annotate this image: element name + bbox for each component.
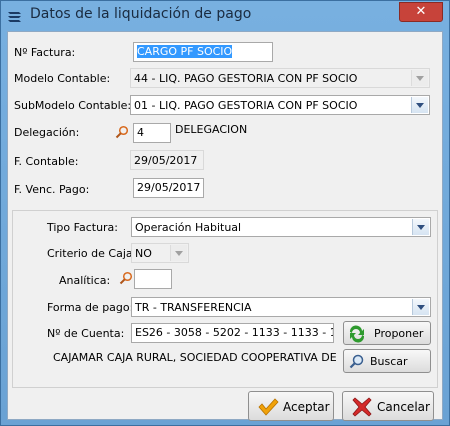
green-arrows-icon — [349, 325, 365, 343]
checkmark-icon — [258, 398, 279, 416]
factura-field[interactable]: CARGO PF SOCIO — [133, 42, 273, 62]
fvenc-field[interactable]: 29/05/2017 — [133, 178, 204, 198]
cuenta-field[interactable]: ES26 - 3058 - 5202 - 1133 - 1133 - 1133 — [131, 323, 334, 343]
analitica-field[interactable] — [134, 269, 172, 289]
cuenta-label: Nº de Cuenta: — [47, 327, 125, 340]
chevron-down-icon[interactable] — [412, 299, 429, 315]
title-bar[interactable]: Datos de la liquidación de pago ✕ — [1, 1, 449, 31]
factura-label: Nº Factura: — [14, 46, 76, 59]
chevron-down-icon — [170, 245, 187, 261]
dialog-body: Nº Factura: CARGO PF SOCIO Modelo Contab… — [7, 31, 443, 421]
submodelo-select[interactable]: 01 - LIQ. PAGO GESTORIA CON PF SOCIO — [130, 95, 430, 115]
buscar-button[interactable]: Buscar — [343, 349, 431, 373]
search-magnifier-icon[interactable] — [115, 125, 129, 139]
dialog-window: Datos de la liquidación de pago ✕ Nº Fac… — [0, 0, 450, 426]
accept-button[interactable]: Aceptar — [248, 391, 334, 421]
chevron-down-icon[interactable] — [412, 219, 429, 235]
modelo-label: Modelo Contable: — [14, 72, 111, 85]
search-icon — [349, 354, 364, 369]
cancel-button[interactable]: Cancelar — [342, 391, 434, 421]
tipo-factura-select[interactable]: Operación Habitual — [131, 217, 431, 237]
search-magnifier-icon[interactable] — [119, 271, 133, 285]
accept-label: Aceptar — [283, 400, 330, 414]
delegacion-code-field[interactable]: 4 — [133, 123, 171, 143]
cancel-label: Cancelar — [377, 400, 430, 414]
cancel-x-icon — [352, 397, 372, 417]
criterio-caja-select: NO — [131, 243, 189, 263]
criterio-caja-label: Criterio de Caja: — [47, 247, 137, 260]
delegacion-label: Delegación: — [14, 126, 80, 139]
banco-name: CAJAMAR CAJA RURAL, SOCIEDAD COOPERATIVA… — [53, 351, 337, 364]
fvenc-label: F. Venc. Pago: — [14, 183, 90, 196]
forma-pago-label: Forma de pago: — [47, 301, 134, 314]
submodelo-label: SubModelo Contable: — [14, 99, 132, 112]
app-logo-icon — [8, 12, 21, 22]
window-title: Datos de la liquidación de pago — [30, 6, 252, 22]
delegacion-name: DELEGACION — [175, 123, 248, 136]
fcontable-label: F. Contable: — [14, 155, 79, 168]
forma-pago-select[interactable]: TR - TRANSFERENCIA — [131, 297, 431, 317]
analitica-label: Analítica: — [59, 274, 111, 287]
proponer-label: Proponer — [374, 327, 424, 340]
fcontable-field: 29/05/2017 — [130, 150, 204, 170]
proponer-button[interactable]: Proponer — [343, 321, 431, 345]
buscar-label: Buscar — [370, 355, 408, 368]
tipo-factura-label: Tipo Factura: — [47, 221, 119, 234]
close-button[interactable]: ✕ — [399, 2, 443, 22]
chevron-down-icon — [411, 70, 428, 86]
payment-group: Tipo Factura: Operación Habitual Criteri… — [12, 210, 438, 388]
chevron-down-icon[interactable] — [411, 97, 428, 113]
modelo-select: 44 - LIQ. PAGO GESTORIA CON PF SOCIO — [130, 68, 430, 88]
